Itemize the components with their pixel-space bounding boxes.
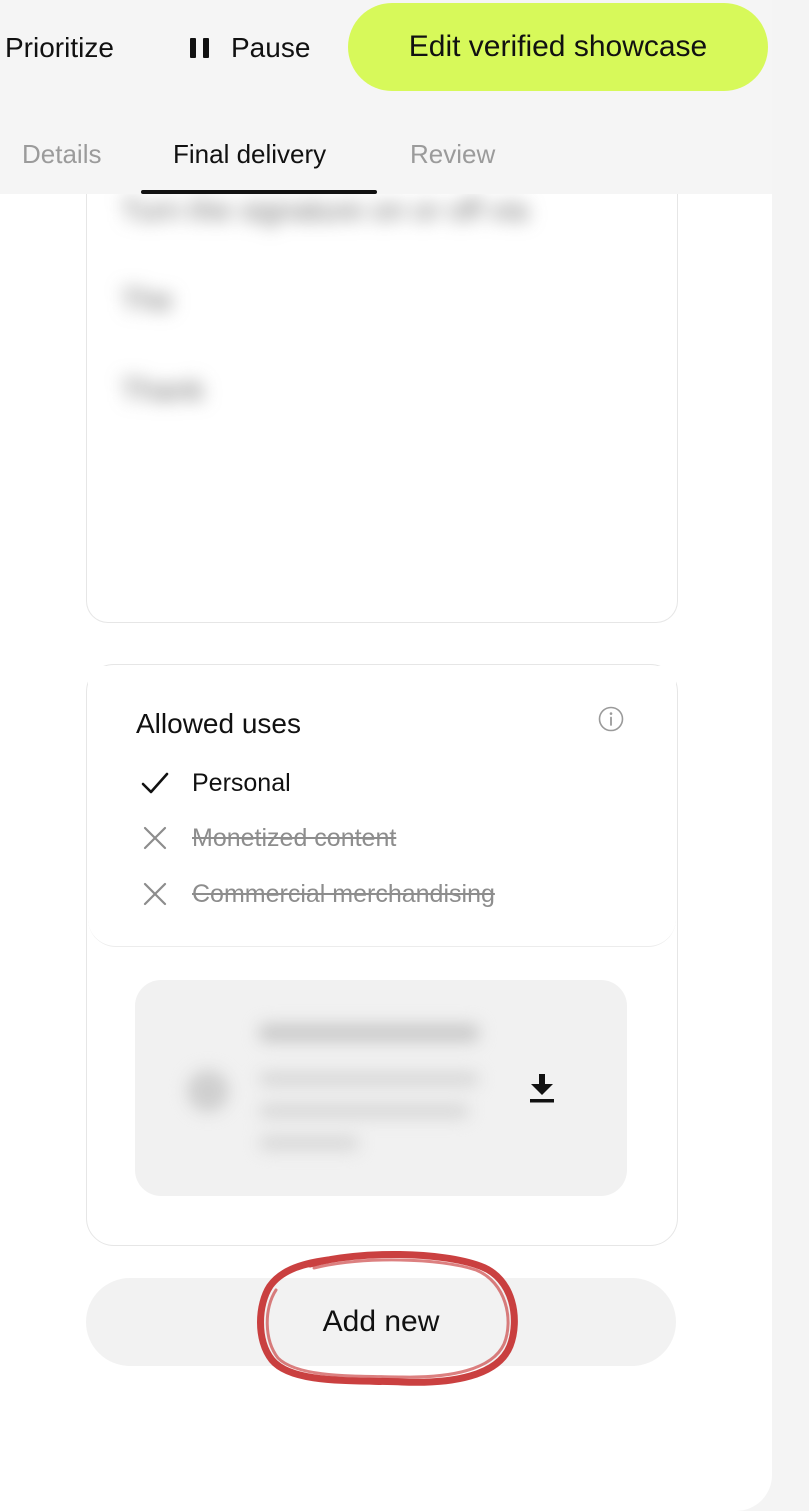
allowed-uses-title: Allowed uses — [136, 708, 301, 739]
file-title-line — [259, 1024, 479, 1042]
file-meta-line — [259, 1072, 479, 1086]
cross-icon — [143, 826, 167, 850]
check-icon — [141, 772, 169, 794]
prioritize-button[interactable]: Prioritize — [5, 28, 114, 68]
cross-icon — [143, 882, 167, 906]
tab-details[interactable]: Details — [22, 136, 101, 172]
file-meta-line — [259, 1136, 359, 1150]
background-edge — [772, 0, 809, 1511]
header-bar: Prioritize Pause Edit verified showcase … — [0, 0, 772, 194]
allowed-use-label: Commercial merchandising — [192, 880, 495, 908]
allowed-use-commercial: Commercial merchandising — [140, 874, 495, 914]
allowed-use-personal: Personal — [140, 763, 291, 803]
tab-final-delivery[interactable]: Final delivery — [173, 136, 326, 172]
file-type-icon — [187, 1070, 229, 1112]
message-paragraph: The — [121, 284, 173, 317]
blurred-file-preview — [135, 980, 515, 1196]
tab-review[interactable]: Review — [410, 136, 495, 172]
info-icon[interactable] — [598, 706, 624, 732]
pause-label: Pause — [231, 32, 311, 63]
add-new-button[interactable]: Add new — [86, 1278, 676, 1366]
tab-bar: Details Final delivery Review — [0, 120, 772, 194]
delivery-panel: Prioritize Pause Edit verified showcase … — [0, 0, 772, 1511]
delivery-message-card: Turn the signature on or off via The Tha… — [86, 150, 678, 623]
allowed-use-label: Personal — [192, 769, 291, 797]
file-meta-line — [259, 1104, 469, 1118]
message-paragraph: Thank — [121, 374, 205, 407]
blurred-message-text: Turn the signature on or off via The Tha… — [121, 186, 661, 456]
edit-verified-showcase-button[interactable]: Edit verified showcase — [348, 3, 768, 91]
active-tab-indicator — [141, 190, 377, 194]
allowed-use-monetized: Monetized content — [140, 818, 396, 858]
allowed-use-label: Monetized content — [192, 824, 397, 852]
pause-icon — [190, 37, 209, 59]
download-icon[interactable] — [528, 1072, 556, 1104]
pause-button[interactable]: Pause — [190, 28, 310, 68]
